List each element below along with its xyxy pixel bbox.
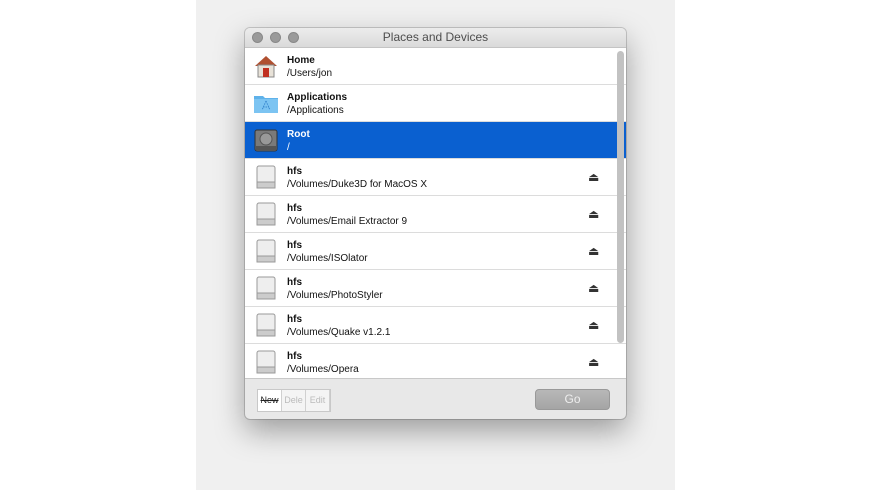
scrollbar[interactable] bbox=[617, 51, 624, 343]
minimize-button[interactable] bbox=[270, 32, 281, 43]
item-path: /Users/jon bbox=[287, 68, 333, 79]
places-and-devices-window: Places and Devices Home /Users/jon Appli… bbox=[245, 28, 626, 419]
item-path: / bbox=[287, 142, 290, 153]
window-title: Places and Devices bbox=[382, 30, 489, 44]
eject-icon[interactable]: ⏏ bbox=[588, 281, 599, 295]
list-item[interactable]: hfs /Volumes/PhotoStyler ⏏ bbox=[245, 270, 626, 307]
disk-image-icon bbox=[253, 201, 279, 227]
title-bar: Places and Devices bbox=[245, 28, 626, 48]
list-item[interactable]: Root / bbox=[245, 122, 626, 159]
item-name: hfs bbox=[287, 277, 302, 288]
go-button[interactable]: Go bbox=[535, 389, 610, 410]
list-item[interactable]: hfs /Volumes/Duke3D for MacOS X ⏏ bbox=[245, 159, 626, 196]
places-list: Home /Users/jon Applications /Applicatio… bbox=[245, 48, 626, 379]
item-name: Root bbox=[287, 129, 310, 140]
disk-image-icon bbox=[253, 349, 279, 375]
item-name: hfs bbox=[287, 166, 302, 177]
eject-icon[interactable]: ⏏ bbox=[588, 207, 599, 221]
zoom-button[interactable] bbox=[288, 32, 299, 43]
list-item[interactable]: hfs /Volumes/ISOlator ⏏ bbox=[245, 233, 626, 270]
list-item[interactable]: Applications /Applications bbox=[245, 85, 626, 122]
hard-disk-icon bbox=[253, 127, 279, 153]
home-icon bbox=[253, 53, 279, 79]
item-path: /Volumes/Email Extractor 9 bbox=[287, 216, 408, 227]
edit-button[interactable]: Edit bbox=[306, 390, 330, 411]
list-item[interactable]: hfs /Volumes/Quake v1.2.1 ⏏ bbox=[245, 307, 626, 344]
eject-icon[interactable]: ⏏ bbox=[588, 244, 599, 258]
item-name: hfs bbox=[287, 351, 302, 362]
disk-image-icon bbox=[253, 238, 279, 264]
list-item[interactable]: Home /Users/jon bbox=[245, 48, 626, 85]
disk-image-icon bbox=[253, 312, 279, 338]
item-path: /Volumes/Opera bbox=[287, 364, 359, 375]
item-name: hfs bbox=[287, 203, 302, 214]
list-item[interactable]: hfs /Volumes/Email Extractor 9 ⏏ bbox=[245, 196, 626, 233]
new-button[interactable]: New bbox=[258, 390, 282, 411]
item-name: Home bbox=[287, 55, 315, 66]
close-button[interactable] bbox=[252, 32, 263, 43]
applications-folder-icon bbox=[253, 90, 279, 116]
eject-icon[interactable]: ⏏ bbox=[588, 355, 599, 369]
disk-image-icon bbox=[253, 164, 279, 190]
delete-button[interactable]: Dele bbox=[282, 390, 306, 411]
list-item[interactable]: hfs /Volumes/Opera ⏏ bbox=[245, 344, 626, 378]
item-path: /Volumes/PhotoStyler bbox=[287, 290, 383, 301]
disk-image-icon bbox=[253, 275, 279, 301]
item-path: /Applications bbox=[287, 105, 344, 116]
item-name: hfs bbox=[287, 314, 302, 325]
item-path: /Volumes/Quake v1.2.1 bbox=[287, 327, 391, 338]
bottom-toolbar: New Dele Edit Go bbox=[245, 379, 626, 419]
eject-icon[interactable]: ⏏ bbox=[588, 318, 599, 332]
item-name: hfs bbox=[287, 240, 302, 251]
item-name: Applications bbox=[287, 92, 348, 103]
item-path: /Volumes/ISOlator bbox=[287, 253, 368, 264]
edit-segmented-control: New Dele Edit bbox=[257, 389, 331, 412]
eject-icon[interactable]: ⏏ bbox=[588, 170, 599, 184]
item-path: /Volumes/Duke3D for MacOS X bbox=[287, 179, 428, 190]
